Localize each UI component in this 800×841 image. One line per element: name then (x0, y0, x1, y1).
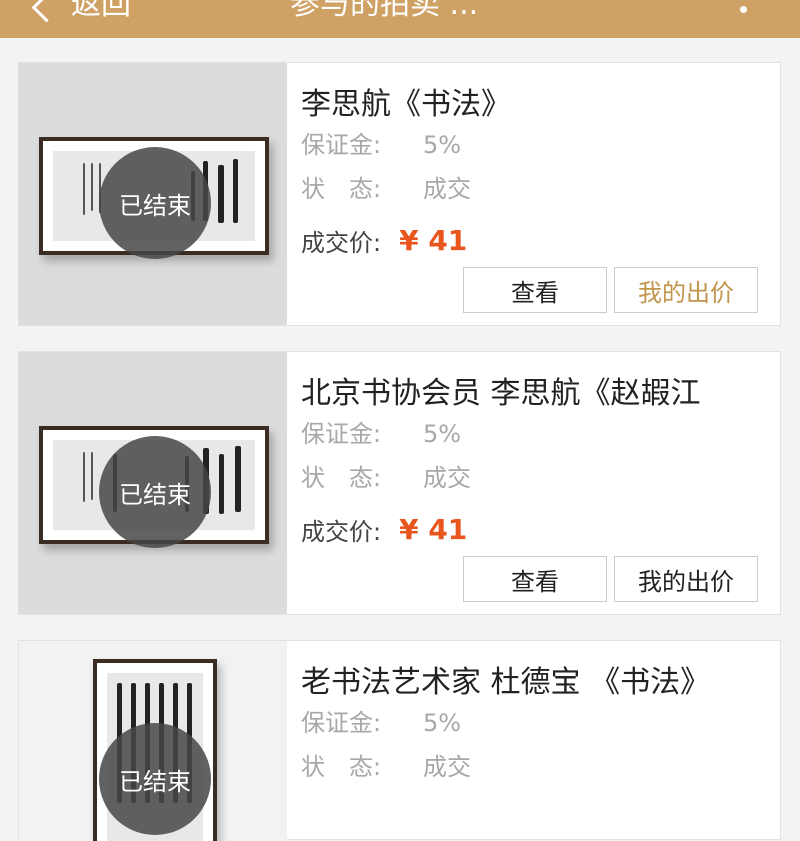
view-button[interactable]: 查看 (463, 267, 607, 313)
back-button[interactable]: 返回 (31, 0, 131, 24)
state-value: 成交 (423, 175, 471, 203)
deposit-label: 保证金: (301, 131, 382, 159)
state-value: 成交 (423, 753, 471, 781)
more-menu-button[interactable] (738, 0, 748, 38)
deposit-value: 5% (423, 131, 462, 159)
item-title[interactable]: 老书法艺术家 杜德宝 《书法》 (301, 657, 771, 701)
item-title[interactable]: 北京书协会员 李思航《赵嘏江 (301, 368, 771, 412)
auction-card[interactable]: 已结束 北京书协会员 李思航《赵嘏江 保证金: 5% 状 态: 成交 成交价: ¥ … (18, 351, 781, 615)
deposit-row: 保证金: 5% (301, 125, 461, 160)
state-label: 状 态: (301, 175, 382, 203)
my-bid-button[interactable]: 我的出价 (614, 267, 758, 313)
final-price-row: 成交价: ¥ 41 (301, 512, 467, 547)
top-navigation-bar: 返回 参与的拍卖 ... (0, 0, 800, 38)
chevron-left-icon (31, 0, 62, 22)
my-bid-button[interactable]: 我的出价 (614, 556, 758, 602)
deposit-row: 保证金: 5% (301, 414, 461, 449)
back-label: 返回 (71, 0, 131, 22)
deposit-row: 保证金: 5% (301, 703, 461, 738)
page-title: 参与的拍卖 ... (290, 0, 479, 22)
state-row: 状 态: 成交 (301, 169, 471, 204)
item-title[interactable]: 李思航《书法》 (301, 79, 771, 123)
deposit-value: 5% (423, 709, 462, 737)
auction-card[interactable]: 已结束 老书法艺术家 杜德宝 《书法》 保证金: 5% 状 态: 成交 (18, 640, 781, 841)
artwork-thumbnail[interactable]: 已结束 (19, 63, 287, 325)
artwork-thumbnail[interactable]: 已结束 (19, 641, 287, 841)
state-label: 状 态: (301, 753, 382, 781)
ended-status-overlay: 已结束 (99, 147, 211, 259)
state-row: 状 态: 成交 (301, 747, 471, 782)
final-price-value: ¥ 41 (399, 224, 468, 257)
ended-status-overlay: 已结束 (99, 723, 211, 835)
artwork-thumbnail[interactable]: 已结束 (19, 352, 287, 614)
final-price-row: 成交价: ¥ 41 (301, 223, 467, 258)
final-price-label: 成交价: (301, 518, 382, 546)
view-button[interactable]: 查看 (463, 556, 607, 602)
final-price-value: ¥ 41 (399, 513, 468, 546)
deposit-label: 保证金: (301, 709, 382, 737)
ended-status-overlay: 已结束 (99, 436, 211, 548)
state-value: 成交 (423, 464, 471, 492)
deposit-label: 保证金: (301, 420, 382, 448)
more-dots-icon (740, 6, 747, 13)
auction-card[interactable]: 已结束 李思航《书法》 保证金: 5% 状 态: 成交 成交价: ¥ 41 查看 我… (18, 62, 781, 326)
state-label: 状 态: (301, 464, 382, 492)
state-row: 状 态: 成交 (301, 458, 471, 493)
deposit-value: 5% (423, 420, 462, 448)
final-price-label: 成交价: (301, 229, 382, 257)
